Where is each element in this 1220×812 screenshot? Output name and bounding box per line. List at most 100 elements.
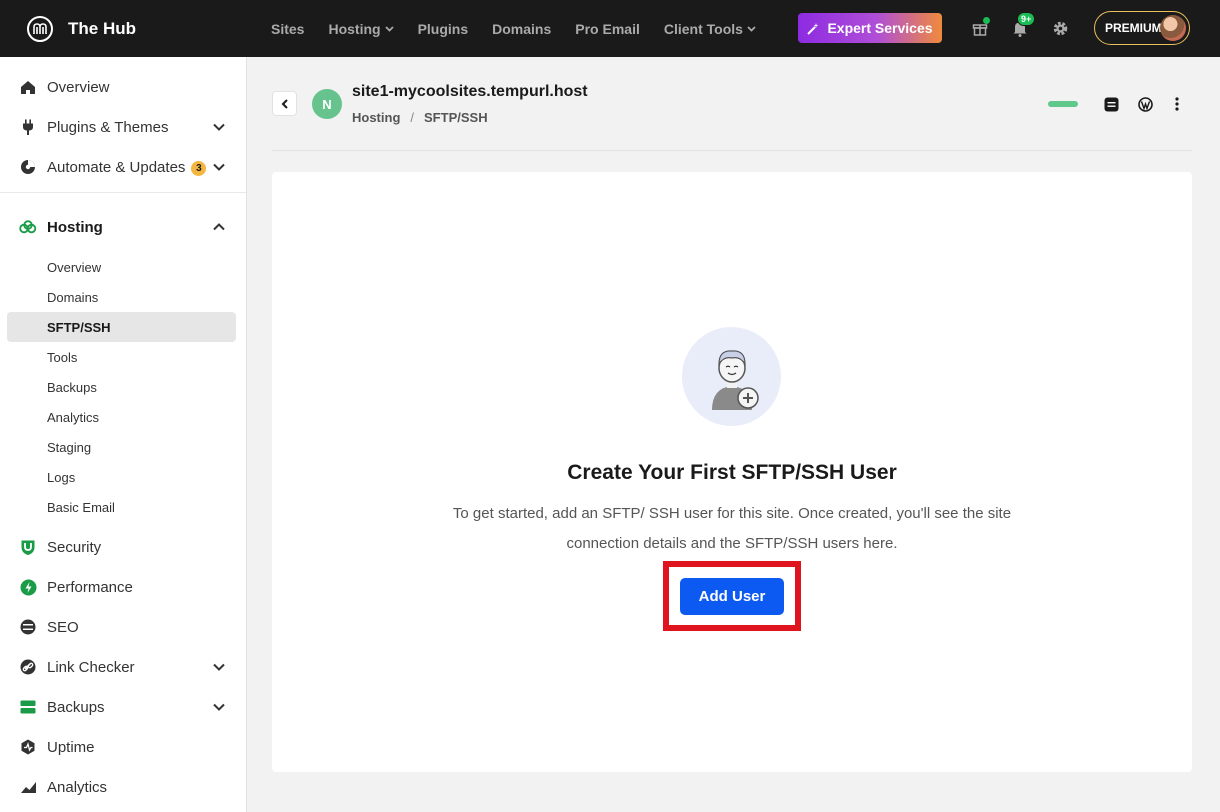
sidebar-item-label: Link Checker xyxy=(47,658,135,676)
back-button[interactable] xyxy=(272,91,297,116)
empty-state-title: Create Your First SFTP/SSH User xyxy=(567,461,897,484)
site-status-indicator xyxy=(1048,101,1078,107)
sidebar-subitem-label: Tools xyxy=(47,349,78,365)
chevron-down-icon[interactable] xyxy=(212,660,226,674)
add-user-illustration-icon xyxy=(682,327,781,426)
sidebar-item-label: Uptime xyxy=(47,738,95,756)
sidebar-subitem-label: Analytics xyxy=(47,409,100,425)
chevron-down-icon xyxy=(747,25,756,32)
breadcrumb-separator: / xyxy=(410,110,415,125)
shield-icon xyxy=(19,538,37,556)
server-icon xyxy=(19,698,37,716)
app-name: The Hub xyxy=(68,18,136,38)
sidebar-subitem-basic-email[interactable]: Basic Email xyxy=(7,492,236,522)
sidebar-subitem-label: Backups xyxy=(47,379,97,395)
sidebar-subitem-label: Staging xyxy=(47,439,92,455)
sidebar-item-label-wrap: Automate & Updates 3 xyxy=(47,158,207,176)
home-icon xyxy=(19,78,37,96)
sidebar-subitem-label: Basic Email xyxy=(47,499,115,515)
expert-services-label: Expert Services xyxy=(827,20,933,36)
nav-client-tools[interactable]: Client Tools xyxy=(664,21,756,37)
sidebar-item-overview[interactable]: Overview xyxy=(0,67,247,107)
chevron-left-icon xyxy=(281,98,288,109)
sidebar-item-hosting[interactable]: Hosting xyxy=(0,207,247,247)
gear-icon[interactable] xyxy=(1049,17,1071,39)
sidebar-item-label: Overview xyxy=(47,78,110,96)
gift-indicator-dot xyxy=(983,17,990,24)
sidebar-divider xyxy=(0,192,246,193)
sidebar-item-link-checker[interactable]: Link Checker xyxy=(0,647,247,687)
nav-client-tools-label: Client Tools xyxy=(663,20,743,37)
account-menu[interactable]: PREMIUM xyxy=(1094,11,1190,45)
sidebar-item-label: Analytics xyxy=(47,778,108,796)
sidebar-subitem-label: Logs xyxy=(47,469,76,485)
sidebar-item-label: SEO xyxy=(47,618,79,636)
magic-wand-icon xyxy=(807,22,819,35)
uptime-icon xyxy=(19,738,37,756)
breadcrumb: Hosting / SFTP/SSH xyxy=(352,110,488,125)
header-divider xyxy=(272,150,1192,151)
plan-label: PREMIUM xyxy=(1105,21,1162,35)
sidebar-item-backups[interactable]: Backups xyxy=(0,687,247,727)
sidebar-item-label: Plugins & Themes xyxy=(47,118,169,136)
nav-hosting[interactable]: Hosting xyxy=(328,20,394,37)
analytics-chart-icon xyxy=(19,778,37,796)
sidebar-item-label: Performance xyxy=(47,578,133,596)
lightning-icon xyxy=(19,578,37,596)
nav-plugins-label: Plugins xyxy=(417,20,469,37)
breadcrumb-hosting[interactable]: Hosting xyxy=(352,110,400,125)
chevron-down-icon xyxy=(384,25,394,32)
nav-pro-email-label: Pro Email xyxy=(575,20,640,37)
chevron-down-icon[interactable] xyxy=(212,120,226,134)
nav-pro-email[interactable]: Pro Email xyxy=(575,21,640,37)
expert-services-button[interactable]: Expert Services xyxy=(798,13,942,43)
sidebar-item-seo[interactable]: SEO xyxy=(0,607,247,647)
sidebar-item-plugins-themes[interactable]: Plugins & Themes xyxy=(0,107,247,147)
sidebar-item-label: Security xyxy=(47,538,102,556)
nav-sites-label: Sites xyxy=(271,20,305,37)
sidebar-subitem-staging[interactable]: Staging xyxy=(7,432,236,462)
hub-logo-icon xyxy=(27,15,53,42)
chevron-down-icon[interactable] xyxy=(212,160,226,174)
nav-domains[interactable]: Domains xyxy=(492,21,551,37)
sidebar-subitem-overview[interactable]: Overview xyxy=(7,252,236,282)
sidebar: Overview Plugins & Themes Automate & Upd… xyxy=(0,57,247,812)
sidebar-item-label: Hosting xyxy=(47,218,103,236)
empty-state-description: To get started, add an SFTP/ SSH user fo… xyxy=(452,505,1012,552)
nav-hosting-label: Hosting xyxy=(328,20,381,37)
brand[interactable]: The Hub xyxy=(27,15,136,42)
sidebar-item-automate-updates[interactable]: Automate & Updates 3 xyxy=(0,147,247,187)
sidebar-item-security[interactable]: Security xyxy=(0,527,247,567)
sidebar-subitem-domains[interactable]: Domains xyxy=(7,282,236,312)
notification-badge: 9+ xyxy=(1017,12,1036,26)
sidebar-subitem-label: Overview xyxy=(47,259,102,275)
nav-plugins[interactable]: Plugins xyxy=(418,21,469,37)
sidebar-subitem-logs[interactable]: Logs xyxy=(7,462,236,492)
sidebar-subitem-backups[interactable]: Backups xyxy=(7,372,236,402)
chevron-up-icon[interactable] xyxy=(212,220,226,234)
sidebar-item-label: Backups xyxy=(47,698,105,716)
file-manager-icon[interactable] xyxy=(1103,96,1119,112)
count-badge: 3 xyxy=(191,160,207,176)
sidebar-subitem-tools[interactable]: Tools xyxy=(7,342,236,372)
top-bar: The Hub Sites Hosting Plugins Domains Pr… xyxy=(0,0,1220,57)
site-name: site1-mycoolsites.tempurl.host xyxy=(352,83,588,100)
sidebar-item-analytics[interactable]: Analytics xyxy=(0,767,247,807)
sidebar-subitem-analytics[interactable]: Analytics xyxy=(7,402,236,432)
nav-sites[interactable]: Sites xyxy=(271,21,304,37)
link-icon xyxy=(19,658,37,676)
hosting-cloud-icon xyxy=(19,218,37,236)
breadcrumb-current: SFTP/SSH xyxy=(424,110,488,125)
plug-icon xyxy=(19,118,37,136)
sidebar-item-label: Automate & Updates xyxy=(47,158,186,176)
sidebar-item-uptime[interactable]: Uptime xyxy=(0,727,247,767)
sidebar-item-performance[interactable]: Performance xyxy=(0,567,247,607)
sidebar-subitem-sftp-ssh[interactable]: SFTP/SSH xyxy=(7,312,236,342)
wordpress-icon[interactable] xyxy=(1137,96,1153,112)
main-nav: Sites Hosting Plugins Domains Pro Email … xyxy=(271,0,780,57)
add-user-button[interactable]: Add User xyxy=(680,578,784,615)
chevron-down-icon[interactable] xyxy=(212,700,226,714)
seo-icon xyxy=(19,618,37,636)
sidebar-subitem-label: Domains xyxy=(47,289,99,305)
more-options-icon[interactable] xyxy=(1169,96,1185,112)
